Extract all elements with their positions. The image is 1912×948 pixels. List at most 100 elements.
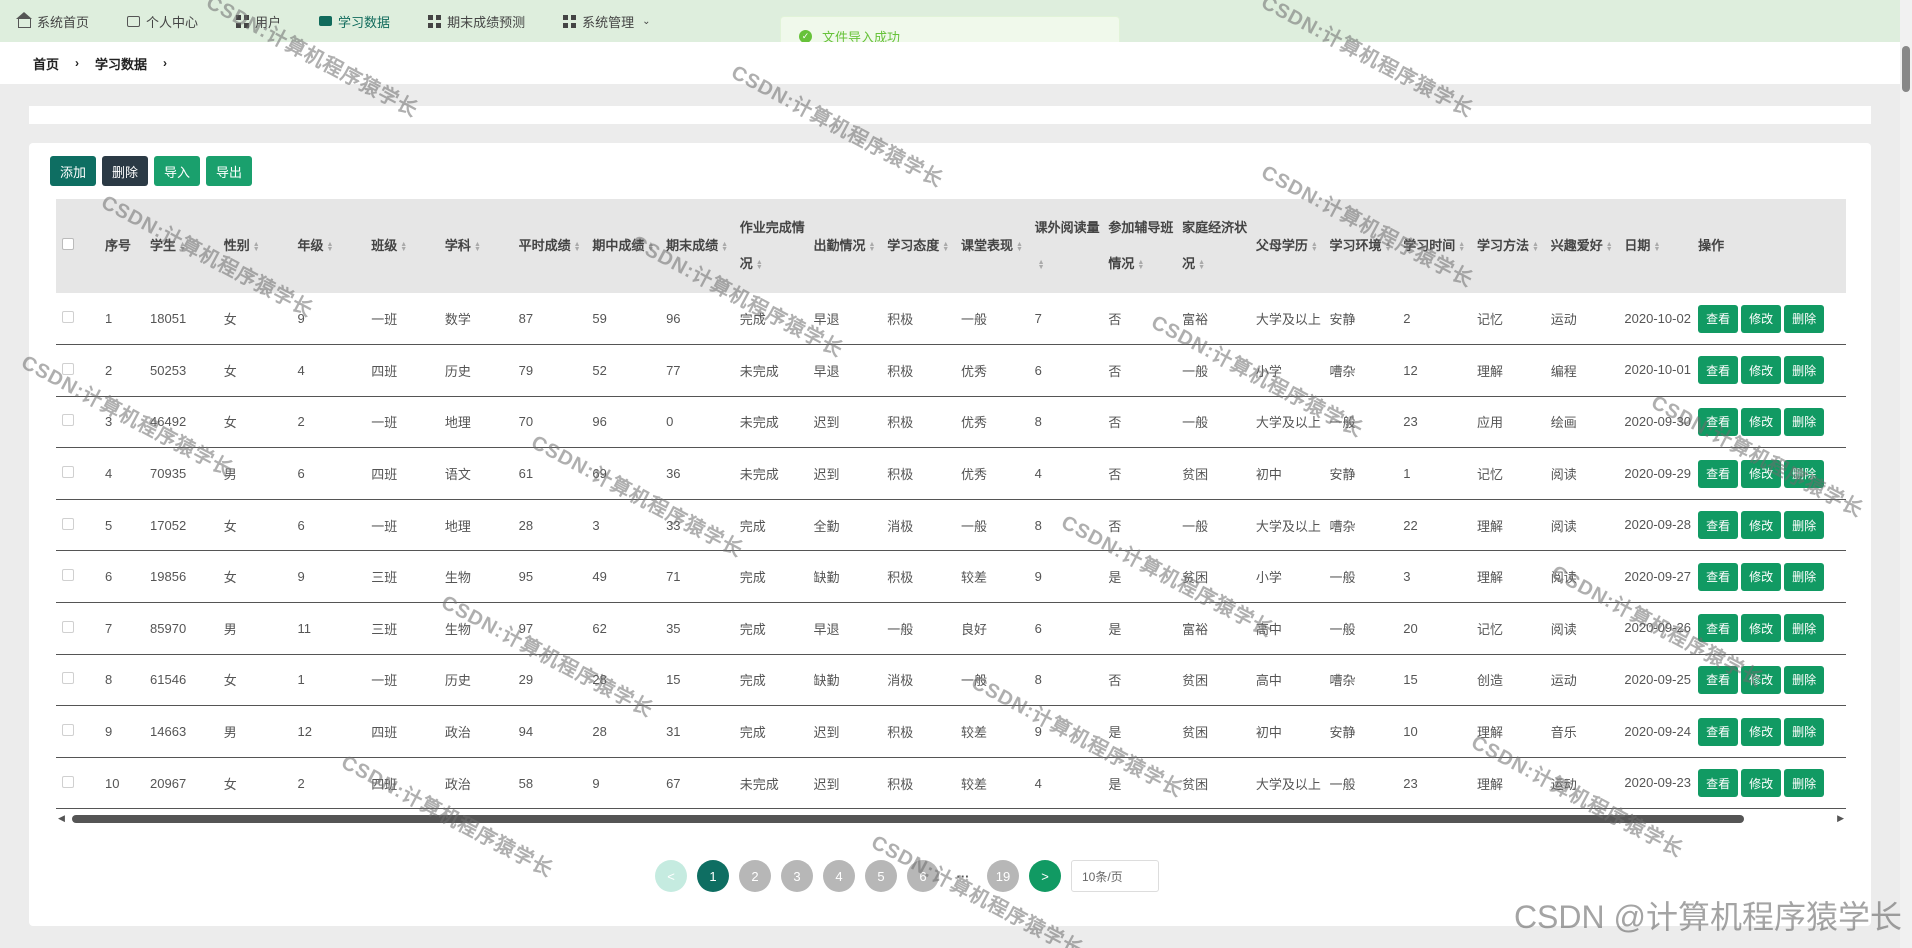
sort-caret-icon[interactable]: ▲ ▼ <box>647 241 654 253</box>
row-checkbox[interactable] <box>62 311 74 324</box>
horizontal-scroll-thumb[interactable] <box>72 815 1744 823</box>
sort-caret-icon[interactable]: ▲ ▼ <box>756 259 763 271</box>
nav-item-home[interactable]: 系统首页 <box>16 0 89 42</box>
page-button[interactable]: 3 <box>781 860 813 892</box>
edit-button[interactable]: 修改 <box>1741 614 1782 643</box>
edit-button[interactable]: 修改 <box>1741 665 1782 694</box>
sort-caret-icon[interactable]: ▲ ▼ <box>1311 241 1318 253</box>
table-row[interactable]: 4 70935 男 6 四班 语文 61 69 36 未完成 迟到 积极 优秀 4 否 贫困 初中 安静 1 记忆 阅读… <box>56 448 1846 500</box>
sort-caret-icon[interactable]: ▲ ▼ <box>400 241 407 253</box>
row-delete-button[interactable]: 删除 <box>1784 769 1825 798</box>
column-header[interactable]: 学习态度 ▲ ▼ <box>881 199 955 293</box>
scrollbar-thumb[interactable] <box>1902 46 1910 92</box>
nav-item-profile[interactable]: 个人中心 <box>127 0 198 42</box>
page-scrollbar[interactable] <box>1900 0 1912 948</box>
nav-item-system-management[interactable]: 系统管理 ⌄ <box>563 0 650 42</box>
scroll-left-icon[interactable]: ◀ <box>58 813 65 824</box>
row-delete-button[interactable]: 删除 <box>1784 562 1825 591</box>
sort-caret-icon[interactable]: ▲ ▼ <box>1532 241 1539 253</box>
column-header[interactable]: 期中成绩 ▲ ▼ <box>586 199 660 293</box>
column-header[interactable]: 学习方法 ▲ ▼ <box>1471 199 1545 293</box>
row-delete-button[interactable]: 删除 <box>1784 665 1825 694</box>
sort-caret-icon[interactable]: ▲ ▼ <box>1606 241 1613 253</box>
edit-button[interactable]: 修改 <box>1741 407 1782 436</box>
page-button[interactable]: 1 <box>697 860 729 892</box>
view-button[interactable]: 查看 <box>1698 562 1739 591</box>
edit-button[interactable]: 修改 <box>1741 562 1782 591</box>
row-delete-button[interactable]: 删除 <box>1784 717 1825 746</box>
column-header[interactable]: 操作 <box>1692 199 1846 293</box>
column-header[interactable]: 兴趣爱好 ▲ ▼ <box>1545 199 1619 293</box>
row-delete-button[interactable]: 删除 <box>1784 511 1825 540</box>
row-checkbox[interactable] <box>62 569 74 582</box>
sort-caret-icon[interactable]: ▲ ▼ <box>179 241 186 253</box>
column-header[interactable]: 日期 ▲ ▼ <box>1618 199 1692 293</box>
view-button[interactable]: 查看 <box>1698 665 1739 694</box>
table-row[interactable]: 2 50253 女 4 四班 历史 79 52 77 未完成 早退 积极 优秀 6 否 一般 小学 嘈杂 12 理解 编… <box>56 345 1846 397</box>
sort-caret-icon[interactable]: ▲ ▼ <box>869 241 876 253</box>
column-header[interactable]: 学生 ▲ ▼ <box>144 199 218 293</box>
row-checkbox[interactable] <box>62 775 74 788</box>
edit-button[interactable]: 修改 <box>1741 511 1782 540</box>
row-checkbox[interactable] <box>62 362 74 375</box>
sort-caret-icon[interactable]: ▲ ▼ <box>327 241 334 253</box>
select-all-checkbox[interactable] <box>62 238 74 250</box>
sort-caret-icon[interactable]: ▲ ▼ <box>1038 259 1045 271</box>
view-button[interactable]: 查看 <box>1698 717 1739 746</box>
edit-button[interactable]: 修改 <box>1741 459 1782 488</box>
table-row[interactable]: 8 61546 女 1 一班 历史 29 28 15 完成 缺勤 消极 一般 8 否 贫困 高中 嘈杂 15 创造 运动… <box>56 654 1846 706</box>
row-delete-button[interactable]: 删除 <box>1784 459 1825 488</box>
export-button[interactable]: 导出 <box>206 156 253 186</box>
pagination-ellipsis[interactable]: ··· <box>949 860 977 892</box>
column-header[interactable]: 作业完成情况 ▲ ▼ <box>734 199 808 293</box>
nav-item-final-prediction[interactable]: 期末成绩预测 <box>428 0 525 42</box>
table-row[interactable]: 10 20967 女 2 四班 政治 58 9 67 未完成 迟到 积极 较差 4 是 贫困 大学及以上 一般 23… <box>56 757 1846 809</box>
column-header[interactable]: 学习环境 ▲ ▼ <box>1324 199 1398 293</box>
nav-item-users[interactable]: 用户 <box>236 0 281 42</box>
sort-caret-icon[interactable]: ▲ ▼ <box>1198 259 1205 271</box>
column-header[interactable]: 参加辅导班情况 ▲ ▼ <box>1102 199 1176 293</box>
sort-caret-icon[interactable]: ▲ ▼ <box>1137 259 1144 271</box>
view-button[interactable]: 查看 <box>1698 511 1739 540</box>
row-checkbox[interactable] <box>62 672 74 685</box>
row-delete-button[interactable]: 删除 <box>1784 356 1825 385</box>
edit-button[interactable]: 修改 <box>1741 356 1782 385</box>
column-header[interactable]: 家庭经济状况 ▲ ▼ <box>1176 199 1250 293</box>
column-header[interactable]: 课堂表现 ▲ ▼ <box>955 199 1029 293</box>
table-row[interactable]: 1 18051 女 9 一班 数学 87 59 96 完成 早退 积极 一般 7 否 富裕 大学及以上 安静 2 记忆… <box>56 293 1846 345</box>
column-header[interactable]: 序号 <box>99 199 144 293</box>
row-checkbox[interactable] <box>62 724 74 737</box>
column-header[interactable]: 父母学历 ▲ ▼ <box>1250 199 1324 293</box>
view-button[interactable]: 查看 <box>1698 304 1739 333</box>
view-button[interactable]: 查看 <box>1698 614 1739 643</box>
row-checkbox[interactable] <box>62 414 74 427</box>
sort-caret-icon[interactable]: ▲ ▼ <box>474 241 481 253</box>
edit-button[interactable]: 修改 <box>1741 304 1782 333</box>
table-row[interactable]: 6 19856 女 9 三班 生物 95 49 71 完成 缺勤 积极 较差 9 是 贫困 小学 一般 3 理解 阅读 2… <box>56 551 1846 603</box>
sort-caret-icon[interactable]: ▲ ▼ <box>1458 241 1465 253</box>
page-button[interactable]: 2 <box>739 860 771 892</box>
row-checkbox[interactable] <box>62 517 74 530</box>
page-button[interactable]: 5 <box>865 860 897 892</box>
sort-caret-icon[interactable]: ▲ ▼ <box>1016 241 1023 253</box>
page-size-select[interactable]: 10条/页 <box>1071 860 1159 892</box>
column-header[interactable]: 班级 ▲ ▼ <box>365 199 439 293</box>
page-button[interactable]: 4 <box>823 860 855 892</box>
view-button[interactable]: 查看 <box>1698 407 1739 436</box>
delete-button[interactable]: 删除 <box>102 156 149 186</box>
row-delete-button[interactable]: 删除 <box>1784 407 1825 436</box>
sort-caret-icon[interactable]: ▲ ▼ <box>1653 241 1660 253</box>
view-button[interactable]: 查看 <box>1698 356 1739 385</box>
horizontal-scrollbar[interactable]: ◀ ▶ <box>56 811 1846 825</box>
table-row[interactable]: 5 17052 女 6 一班 地理 28 3 33 完成 全勤 消极 一般 8 否一般 大学及以上 嘈杂 22 理解… <box>56 499 1846 551</box>
breadcrumb-home[interactable]: 首页 <box>33 54 59 73</box>
scroll-right-icon[interactable]: ▶ <box>1837 813 1844 824</box>
view-button[interactable]: 查看 <box>1698 769 1739 798</box>
sort-caret-icon[interactable]: ▲ ▼ <box>942 241 949 253</box>
column-header[interactable]: 性别 ▲ ▼ <box>218 199 292 293</box>
page-button[interactable]: 6 <box>907 860 939 892</box>
sort-caret-icon[interactable]: ▲ ▼ <box>721 241 728 253</box>
row-delete-button[interactable]: 删除 <box>1784 304 1825 333</box>
column-header[interactable]: 平时成绩 ▲ ▼ <box>513 199 587 293</box>
add-button[interactable]: 添加 <box>50 156 97 186</box>
